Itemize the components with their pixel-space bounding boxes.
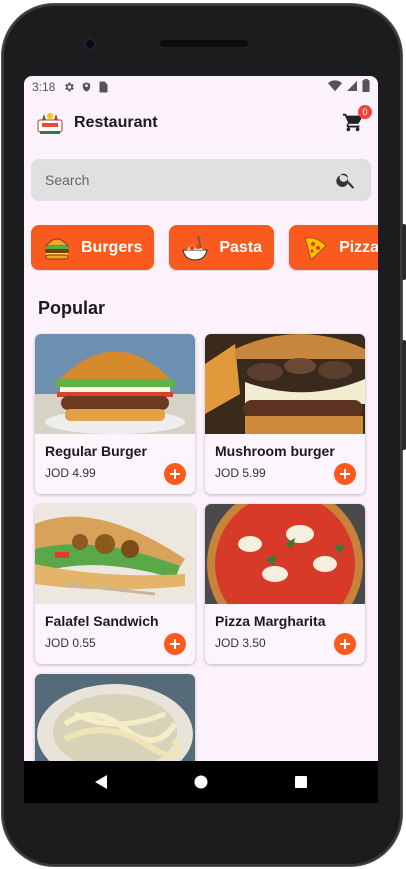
- system-navigation-bar: [24, 761, 378, 803]
- plus-icon: [170, 639, 180, 649]
- recents-icon[interactable]: [294, 775, 308, 789]
- category-label: Pasta: [219, 238, 263, 256]
- status-time: 3:18: [32, 80, 56, 94]
- restaurant-logo-icon: [37, 113, 63, 134]
- category-list: Burgers Pasta Pizza: [31, 225, 378, 271]
- pasta-icon: [182, 235, 208, 261]
- search-bar[interactable]: [31, 159, 371, 201]
- regular-burger-image: [35, 334, 195, 434]
- product-name: Regular Burger: [45, 443, 147, 459]
- category-pizza[interactable]: Pizza: [289, 225, 378, 270]
- sim-card-icon: [98, 81, 108, 93]
- product-card[interactable]: Regular Burger JOD 4.99: [35, 334, 195, 494]
- product-name: Mushroom burger: [215, 443, 335, 459]
- search-icon[interactable]: [335, 169, 357, 191]
- volume-button: [402, 224, 406, 280]
- product-card[interactable]: Mushroom burger JOD 5.99: [205, 334, 365, 494]
- add-to-cart-button[interactable]: [334, 633, 356, 655]
- shield-icon: [81, 81, 92, 93]
- cart-badge: 0: [358, 105, 372, 119]
- product-price: JOD 5.99: [215, 466, 266, 480]
- product-name: Pizza Margharita: [215, 613, 326, 629]
- power-button: [402, 340, 406, 450]
- status-bar: 3:18: [24, 76, 378, 98]
- home-icon[interactable]: [194, 775, 208, 789]
- category-label: Burgers: [81, 238, 143, 256]
- product-price: JOD 4.99: [45, 466, 96, 480]
- pizza-icon: [304, 236, 327, 261]
- plus-icon: [340, 469, 350, 479]
- earpiece-speaker: [160, 40, 248, 47]
- pizza-margharita-image: [205, 504, 365, 604]
- signal-icon: [346, 80, 358, 95]
- product-card[interactable]: Falafel Sandwich JOD 0.55: [35, 504, 195, 664]
- app-title: Restaurant: [74, 114, 158, 131]
- product-card[interactable]: [35, 674, 195, 761]
- product-grid: Regular Burger JOD 4.99 Mushroom burger …: [35, 334, 367, 761]
- add-to-cart-button[interactable]: [164, 463, 186, 485]
- section-title: Popular: [38, 298, 106, 318]
- product-card[interactable]: Pizza Margharita JOD 3.50: [205, 504, 365, 664]
- falafel-sandwich-image: [35, 504, 195, 604]
- category-pasta[interactable]: Pasta: [169, 225, 275, 270]
- plus-icon: [340, 639, 350, 649]
- add-to-cart-button[interactable]: [334, 463, 356, 485]
- plus-icon: [170, 469, 180, 479]
- front-camera: [84, 38, 96, 50]
- app-bar: Restaurant 0: [24, 105, 378, 140]
- pasta-dish-image: [35, 674, 195, 761]
- category-label: Pizza: [339, 238, 378, 256]
- cart-button[interactable]: 0: [342, 105, 372, 135]
- wifi-icon: [328, 79, 342, 95]
- mushroom-burger-image: [205, 334, 365, 434]
- category-burgers[interactable]: Burgers: [31, 225, 155, 270]
- app-screen: 3:18 Restaurant 0 Search Burgers Pasta P…: [24, 76, 378, 761]
- settings-icon: [63, 81, 75, 93]
- back-icon[interactable]: [94, 774, 108, 790]
- burger-icon: [44, 238, 70, 259]
- add-to-cart-button[interactable]: [164, 633, 186, 655]
- search-input[interactable]: [45, 172, 335, 188]
- product-price: JOD 3.50: [215, 636, 266, 650]
- battery-icon: [362, 79, 370, 95]
- product-price: JOD 0.55: [45, 636, 96, 650]
- product-name: Falafel Sandwich: [45, 613, 159, 629]
